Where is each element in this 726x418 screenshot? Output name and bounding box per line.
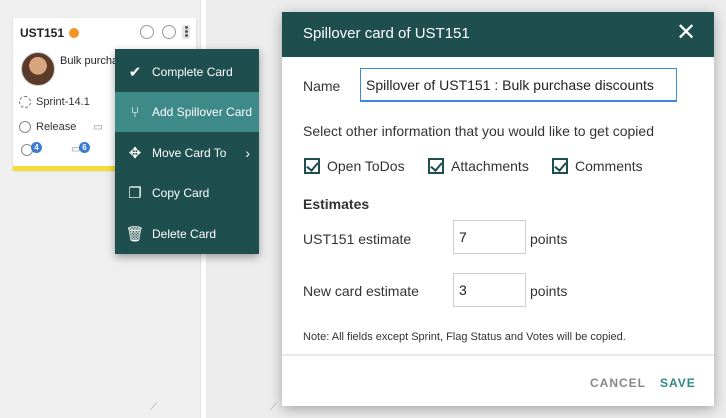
dialog-divider: [282, 354, 714, 356]
more-options-icon[interactable]: [182, 25, 190, 39]
release-label: Release: [36, 121, 77, 133]
points-unit: points: [530, 283, 568, 299]
dialog-title: Spillover card of UST151: [303, 25, 470, 42]
attachments-label[interactable]: Attachments: [451, 158, 529, 174]
attachments-checkbox[interactable]: [428, 158, 444, 174]
card-title[interactable]: Bulk purcha: [60, 55, 118, 67]
sprint-icon: [19, 96, 31, 108]
trash-icon: 🗑: [125, 226, 145, 243]
resize-handle-icon[interactable]: ⟋: [150, 402, 157, 413]
current-estimate-input[interactable]: 7: [453, 220, 526, 254]
chevron-right-icon: ›: [245, 145, 250, 161]
avatar: [21, 52, 55, 86]
release-icon: [19, 121, 31, 133]
move-arrows-icon: ✥: [128, 145, 142, 162]
spillover-dialog: Spillover card of UST151 ✕ Name Spillove…: [282, 12, 714, 406]
copy-icon: ❐: [128, 185, 142, 202]
points-unit: points: [530, 231, 568, 247]
current-estimate-label: UST151 estimate: [303, 231, 412, 247]
copy-note: Note: All fields except Sprint, Flag Sta…: [303, 331, 626, 343]
sprint-label: Sprint-14.1: [36, 96, 90, 108]
new-estimate-label: New card estimate: [303, 283, 419, 299]
comments-label[interactable]: Comments: [575, 158, 643, 174]
release-row: Release ▭: [19, 121, 103, 133]
card-context-menu: ✔ Complete Card ⑂ Add Spillover Card ✥ M…: [115, 49, 259, 254]
dialog-header: Spillover card of UST151 ✕: [282, 12, 714, 57]
menu-item-label: Add Spillover Card: [152, 105, 253, 119]
todo-count-badge: 4: [31, 142, 42, 153]
size-icon: ▭: [93, 121, 103, 133]
resize-handle-icon[interactable]: ⟋: [270, 402, 277, 413]
estimates-heading: Estimates: [303, 196, 370, 212]
check-circle-icon: ✔: [128, 64, 142, 81]
status-dot: [69, 28, 79, 38]
menu-item-copy-card[interactable]: ❐ Copy Card: [115, 173, 259, 213]
menu-item-move-card-to[interactable]: ✥ Move Card To ›: [115, 133, 259, 173]
menu-item-add-spillover-card[interactable]: ⑂ Add Spillover Card: [115, 92, 259, 132]
comments-checkbox[interactable]: [552, 158, 568, 174]
copy-options-heading: Select other information that you would …: [303, 123, 654, 139]
menu-item-delete-card[interactable]: 🗑 Delete Card: [115, 214, 259, 254]
timer-icon[interactable]: [140, 25, 154, 39]
save-button[interactable]: SAVE: [660, 376, 696, 390]
close-icon[interactable]: ✕: [676, 21, 696, 45]
sprint-row: Sprint-14.1: [19, 96, 90, 108]
name-input[interactable]: Spillover of UST151 : Bulk purchase disc…: [360, 68, 677, 102]
menu-item-label: Copy Card: [152, 186, 210, 200]
open-todos-checkbox[interactable]: [304, 158, 320, 174]
menu-item-label: Complete Card: [152, 65, 233, 79]
split-arrow-icon: ⑂: [130, 103, 140, 121]
menu-item-label: Delete Card: [152, 227, 217, 241]
flag-icon[interactable]: [162, 25, 176, 39]
name-label: Name: [303, 78, 341, 94]
menu-item-label: Move Card To: [152, 146, 227, 160]
cancel-button[interactable]: CANCEL: [590, 376, 646, 390]
menu-item-complete-card[interactable]: ✔ Complete Card: [115, 52, 259, 92]
comment-count-badge: 6: [79, 142, 90, 153]
card-id[interactable]: UST151: [20, 26, 64, 40]
open-todos-label[interactable]: Open ToDos: [327, 158, 405, 174]
new-estimate-input[interactable]: 3: [453, 273, 526, 307]
